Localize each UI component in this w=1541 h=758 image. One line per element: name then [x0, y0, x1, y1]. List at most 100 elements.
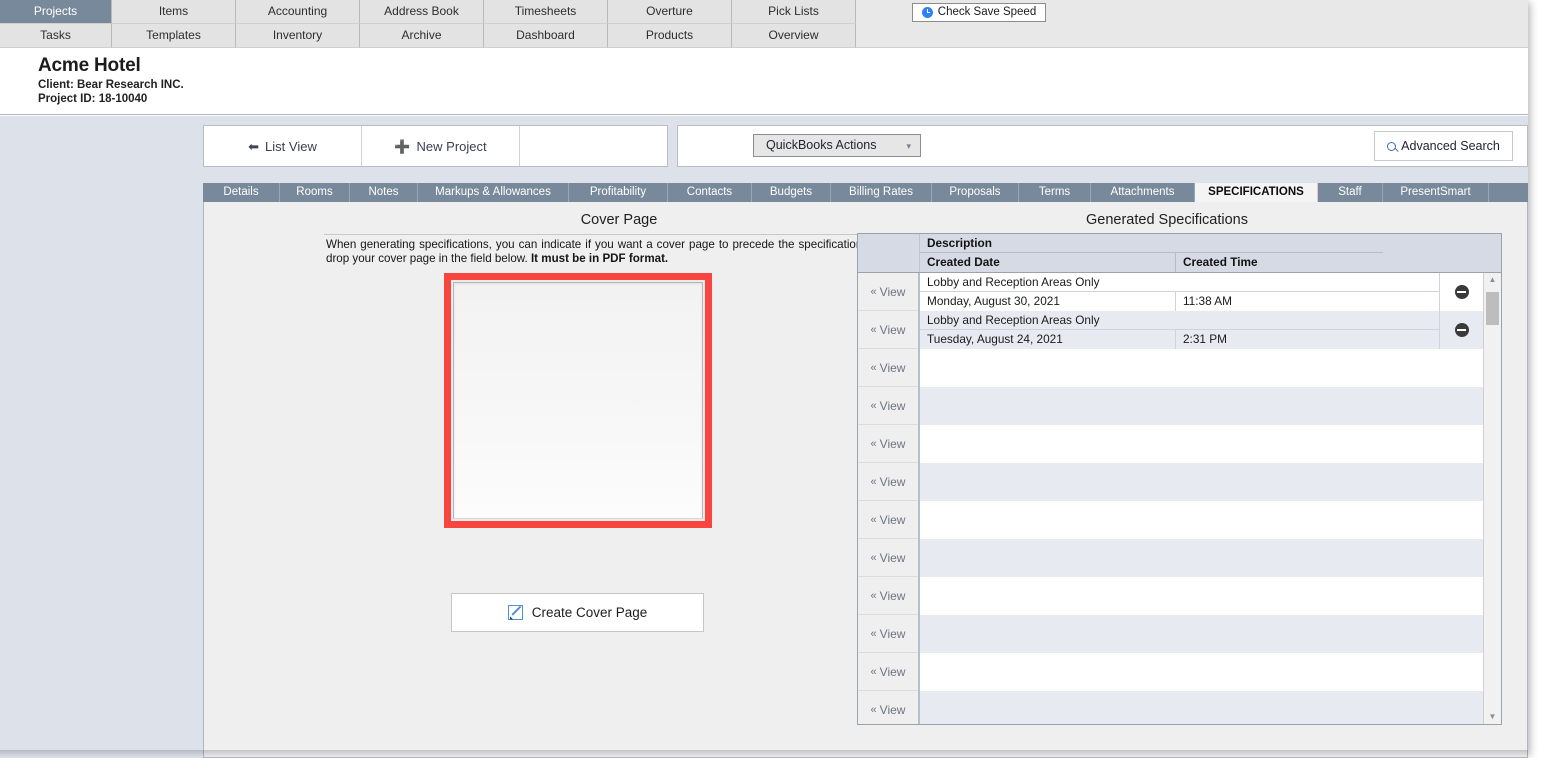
view-button-label: View: [879, 322, 906, 337]
scrollbar-thumb[interactable]: [1486, 292, 1499, 325]
top-nav-item-items[interactable]: Items: [112, 0, 236, 24]
top-nav-item-pick-lists[interactable]: Pick Lists: [732, 0, 856, 24]
tab-profitability[interactable]: Profitability: [569, 183, 668, 202]
quickbooks-actions-select[interactable]: QuickBooks Actions ▾: [753, 134, 921, 157]
top-module-nav: Projects Items Accounting Address Book Times…: [0, 0, 1528, 48]
top-nav-item-dashboard[interactable]: Dashboard: [484, 24, 608, 48]
generated-specifications-grid: Description Created Date Created Time «V…: [857, 233, 1502, 725]
grid-vertical-scrollbar[interactable]: ▲ ▼: [1483, 273, 1501, 724]
advanced-search-button[interactable]: Advanced Search: [1374, 131, 1513, 161]
tab-terms[interactable]: Terms: [1019, 183, 1091, 202]
cover-page-heading: Cover Page: [580, 212, 658, 228]
top-nav-item-overview[interactable]: Overview: [732, 24, 856, 48]
list-view-label: List View: [265, 138, 317, 154]
tab-rooms[interactable]: Rooms: [280, 183, 350, 202]
view-button[interactable]: «View: [858, 577, 918, 615]
tab-budgets[interactable]: Budgets: [752, 183, 831, 202]
cell-description: [920, 539, 1439, 558]
view-button[interactable]: «View: [858, 691, 918, 724]
top-nav-item-products[interactable]: Products: [608, 24, 732, 48]
top-nav-item-archive[interactable]: Archive: [360, 24, 484, 48]
table-row[interactable]: [920, 653, 1483, 691]
check-save-speed-button[interactable]: Check Save Speed: [911, 2, 1047, 22]
tab-specifications[interactable]: SPECIFICATIONS: [1195, 183, 1318, 202]
cell-created-time: [1176, 672, 1439, 691]
view-button[interactable]: «View: [858, 501, 918, 539]
table-row[interactable]: [920, 539, 1483, 577]
tab-details[interactable]: Details: [203, 183, 280, 202]
cell-description: Lobby and Reception Areas Only: [920, 273, 1439, 292]
table-row[interactable]: [920, 691, 1483, 724]
scrollbar-track[interactable]: [1484, 287, 1501, 710]
view-button-column: «View «View «View «View «View «View «View «View…: [858, 273, 920, 724]
table-row[interactable]: [920, 349, 1483, 387]
tab-presentsmart[interactable]: PresentSmart: [1383, 183, 1489, 202]
view-button-label: View: [879, 702, 906, 717]
delete-cell[interactable]: [1439, 273, 1483, 311]
top-nav-item-projects[interactable]: Projects: [0, 0, 112, 24]
top-nav-item-timesheets[interactable]: Timesheets: [484, 0, 608, 24]
tab-staff[interactable]: Staff: [1318, 183, 1383, 202]
page-title: Acme Hotel: [38, 55, 141, 76]
double-chevron-left-icon: «: [870, 437, 877, 450]
table-row[interactable]: Lobby and Reception Areas Only Tuesday, A…: [920, 311, 1483, 349]
table-row[interactable]: [920, 463, 1483, 501]
list-view-button[interactable]: ⬅ List View: [204, 126, 362, 166]
table-row-subrow: [920, 444, 1439, 463]
create-cover-page-button[interactable]: Create Cover Page: [451, 593, 704, 632]
toolbar-empty-slot: [520, 126, 667, 166]
table-row-subrow: Monday, August 30, 2021 11:38 AM: [920, 292, 1439, 311]
tab-billing-rates[interactable]: Billing Rates: [831, 183, 932, 202]
cell-created-date: [920, 558, 1176, 577]
app-root: Projects Items Accounting Address Book Times…: [0, 0, 1541, 758]
double-chevron-left-icon: «: [870, 703, 877, 716]
tab-notes[interactable]: Notes: [350, 183, 418, 202]
scroll-up-button[interactable]: ▲: [1484, 273, 1501, 287]
table-row[interactable]: [920, 387, 1483, 425]
cover-page-dropzone[interactable]: [444, 273, 712, 528]
table-row[interactable]: [920, 425, 1483, 463]
delete-cell: [1439, 501, 1483, 539]
new-project-button[interactable]: ➕ New Project: [362, 126, 520, 166]
view-button-label: View: [879, 360, 906, 375]
minus-circle-icon[interactable]: [1454, 323, 1469, 337]
cover-page-dropzone-inner[interactable]: [453, 282, 703, 519]
top-nav-item-tasks[interactable]: Tasks: [0, 24, 112, 48]
view-button[interactable]: «View: [858, 539, 918, 577]
view-button[interactable]: «View: [858, 615, 918, 653]
table-row-main: Lobby and Reception Areas Only Tuesday, A…: [920, 311, 1439, 349]
cell-created-date: [920, 368, 1176, 387]
view-button[interactable]: «View: [858, 387, 918, 425]
tab-markups-allowances[interactable]: Markups & Allowances: [418, 183, 569, 202]
new-project-label: New Project: [416, 138, 487, 154]
tab-contacts[interactable]: Contacts: [668, 183, 752, 202]
view-button-label: View: [879, 550, 906, 565]
minus-circle-icon[interactable]: [1454, 285, 1469, 299]
scroll-down-button[interactable]: ▼: [1484, 710, 1501, 724]
cell-description: [920, 387, 1439, 406]
top-nav-item-inventory[interactable]: Inventory: [236, 24, 360, 48]
top-nav-item-overture[interactable]: Overture: [608, 0, 732, 24]
cell-created-date: [920, 444, 1176, 463]
cell-description: Lobby and Reception Areas Only: [920, 311, 1439, 330]
table-row[interactable]: [920, 577, 1483, 615]
window-bottom-shadow: [0, 750, 1528, 758]
top-nav-item-accounting[interactable]: Accounting: [236, 0, 360, 24]
table-row[interactable]: [920, 615, 1483, 653]
view-button[interactable]: «View: [858, 653, 918, 691]
action-toolbar: ⬅ List View ➕ New Project QuickBooks Act…: [203, 125, 1528, 167]
table-row[interactable]: [920, 501, 1483, 539]
view-button[interactable]: «View: [858, 273, 918, 311]
delete-cell[interactable]: [1439, 311, 1483, 349]
view-button[interactable]: «View: [858, 349, 918, 387]
view-button[interactable]: «View: [858, 311, 918, 349]
check-save-speed-label: Check Save Speed: [937, 5, 1037, 18]
view-button[interactable]: «View: [858, 463, 918, 501]
view-button-label: View: [879, 588, 906, 603]
tab-proposals[interactable]: Proposals: [932, 183, 1019, 202]
table-row[interactable]: Lobby and Reception Areas Only Monday, Au…: [920, 273, 1483, 311]
tab-attachments[interactable]: Attachments: [1091, 183, 1195, 202]
view-button[interactable]: «View: [858, 425, 918, 463]
top-nav-item-templates[interactable]: Templates: [112, 24, 236, 48]
top-nav-item-address-book[interactable]: Address Book: [360, 0, 484, 24]
